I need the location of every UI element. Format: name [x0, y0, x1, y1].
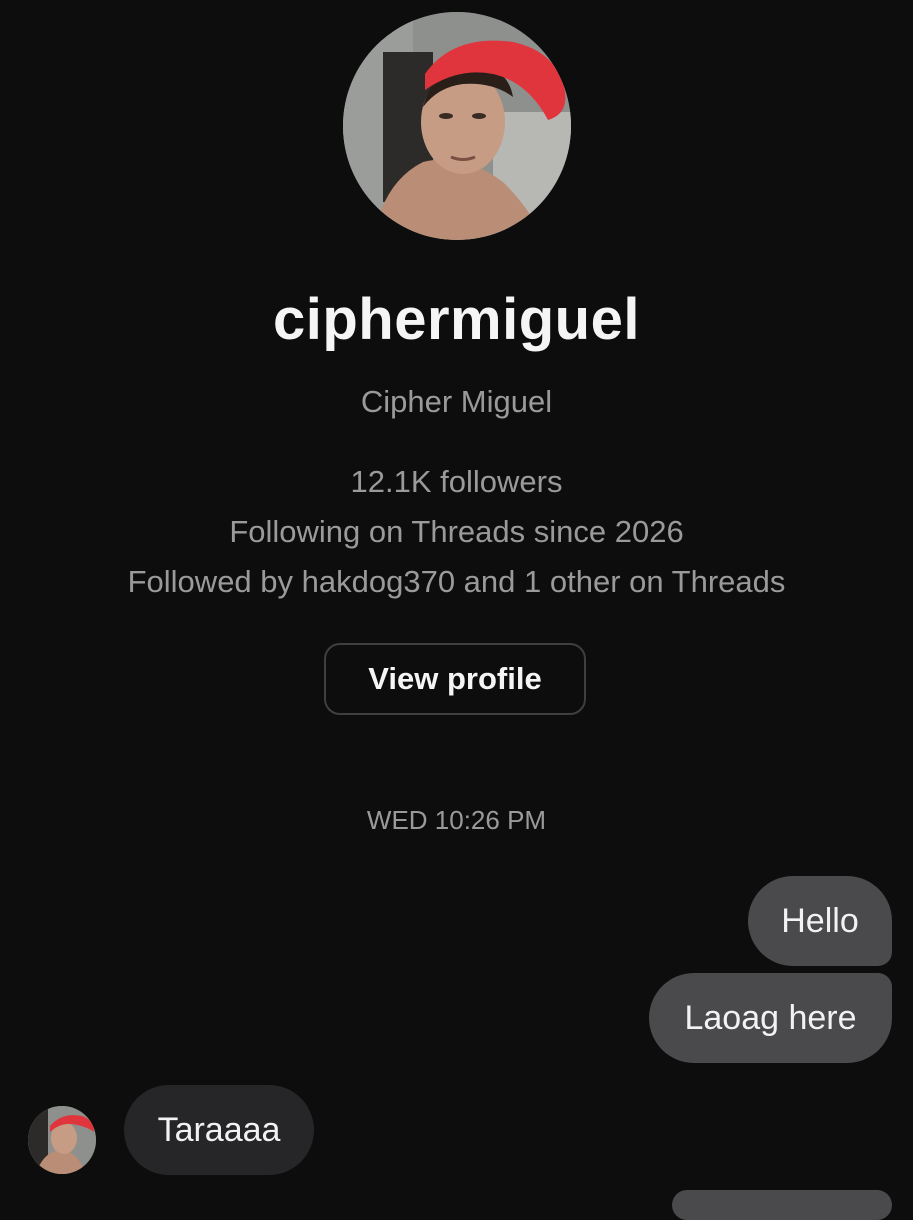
message-timestamp: WED 10:26 PM [366, 805, 547, 835]
message-bubble-incoming[interactable]: Taraaaa [124, 1085, 314, 1175]
message-text: Hello [781, 901, 859, 940]
message-bubble-outgoing[interactable]: Hello [748, 876, 892, 966]
profile-avatar[interactable] [343, 12, 571, 240]
message-text: Laoag here [684, 998, 857, 1037]
profile-photo [343, 12, 571, 240]
profile-username: ciphermiguel [273, 287, 640, 352]
sender-photo [28, 1106, 96, 1174]
message-bubble-outgoing-partial[interactable] [672, 1190, 892, 1220]
following-since: Following on Threads since 2026 [229, 514, 684, 549]
profile-full-name: Cipher Miguel [360, 384, 553, 419]
followers-count: 12.1K followers [350, 464, 563, 499]
message-text: Taraaaa [157, 1110, 281, 1149]
view-profile-button[interactable]: View profile [324, 643, 586, 715]
message-bubble-outgoing[interactable]: Laoag here [649, 973, 892, 1063]
followed-by: Followed by hakdog370 and 1 other on Thr… [127, 564, 786, 599]
sender-avatar[interactable] [28, 1106, 96, 1174]
